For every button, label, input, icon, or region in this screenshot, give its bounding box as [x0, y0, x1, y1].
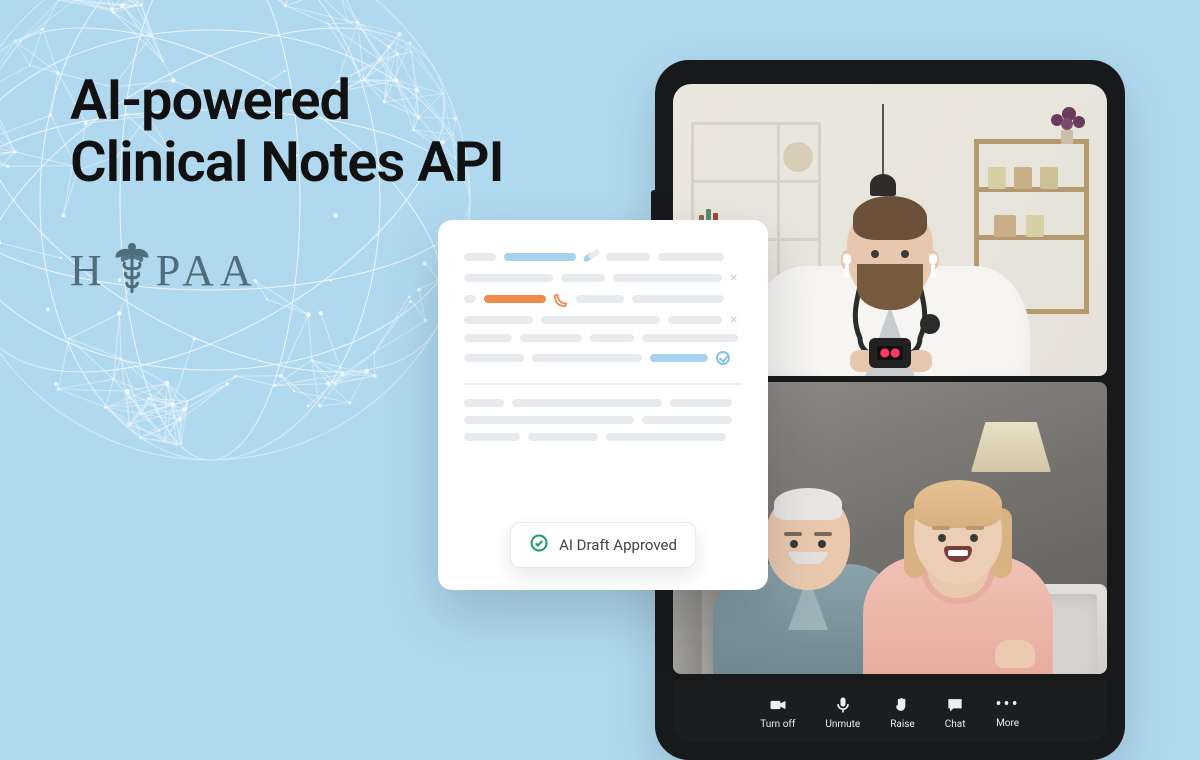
toolbar-label: More	[996, 718, 1019, 729]
caduceus-icon	[112, 240, 152, 300]
pulse-oximeter	[869, 338, 911, 368]
toolbar-chat[interactable]: Chat	[945, 695, 966, 730]
toolbar-more[interactable]: ••• More	[995, 696, 1019, 729]
check-circle-icon	[529, 533, 549, 557]
chat-icon	[945, 695, 965, 715]
toolbar-unmute[interactable]: Unmute	[825, 695, 860, 730]
hand-icon	[892, 695, 912, 715]
headline: AI-powered Clinical Notes API	[70, 70, 504, 193]
note-paragraph	[464, 399, 742, 441]
chip-label: AI Draft Approved	[559, 536, 677, 554]
headline-line-2: Clinical Notes API	[70, 129, 504, 195]
toolbar-label: Raise	[890, 719, 915, 730]
toolbar-label: Chat	[945, 719, 966, 730]
toolbar-label: Turn off	[760, 719, 795, 730]
hipaa-mark: H PAA	[70, 240, 258, 300]
toolbar-label: Unmute	[825, 719, 860, 730]
hipaa-text-left: H	[70, 245, 108, 296]
pill-icon	[584, 250, 598, 264]
ai-draft-approved-chip: AI Draft Approved	[510, 522, 696, 568]
dismiss-icon: ×	[730, 273, 742, 283]
headline-line-1: AI-powered	[70, 67, 350, 133]
clinical-note-card: × × AI Draft Approved	[438, 220, 768, 590]
note-paragraph: × ×	[464, 250, 742, 365]
check-icon	[716, 351, 730, 365]
dismiss-icon: ×	[730, 315, 742, 325]
toolbar-raise[interactable]: Raise	[890, 695, 915, 730]
toolbar-turn-off[interactable]: Turn off	[760, 695, 795, 730]
hipaa-text-right: PAA	[156, 245, 258, 296]
video-icon	[768, 695, 788, 715]
mic-icon	[833, 695, 853, 715]
phone-icon	[554, 292, 568, 306]
call-toolbar: Turn off Unmute Raise Chat	[673, 680, 1107, 742]
more-icon: •••	[995, 696, 1019, 714]
